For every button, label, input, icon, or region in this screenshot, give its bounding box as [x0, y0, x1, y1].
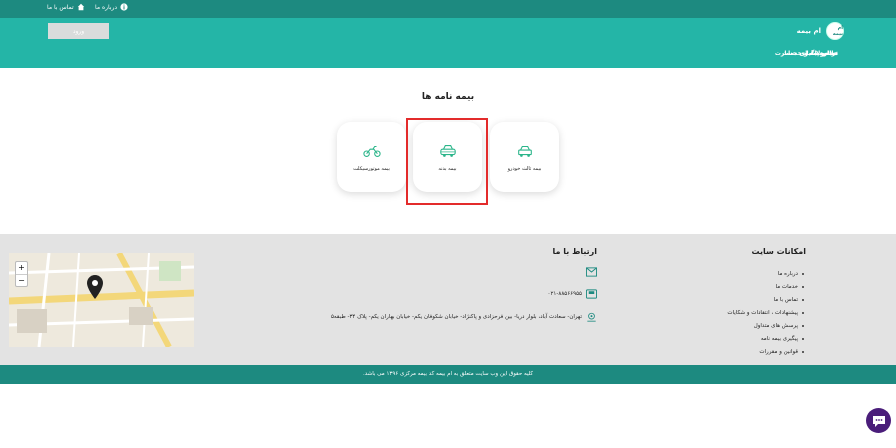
- login-button[interactable]: ورود: [48, 23, 109, 39]
- site-footer: + − ارتباط با ما ۰۲۱-۸۸۵۶۶۹۵۵ تهران- سعا…: [0, 234, 896, 365]
- contact-title: ارتباط با ما: [552, 247, 597, 256]
- footer-link-terms[interactable]: قوانین و مقررات: [727, 345, 804, 358]
- selection-highlight: [406, 118, 488, 205]
- footer-link-label: تماس با ما: [773, 296, 798, 303]
- products-title: بیمه نامه ها: [421, 92, 475, 102]
- footer-link-feedback[interactable]: پیشنهادات ، انتقادات و شکایات: [727, 306, 804, 319]
- nav-contact[interactable]: تماس با ما: [497, 50, 838, 57]
- contact-address: تهران- سعادت آباد، بلوار دریا- بین فرحزا…: [331, 312, 597, 322]
- phone-number: ۰۲۱-۸۸۵۶۶۹۵۵: [547, 291, 582, 297]
- email-icon: [586, 267, 597, 277]
- location-map[interactable]: + −: [9, 253, 194, 347]
- top-link-contact[interactable]: تماس با ما: [47, 3, 85, 11]
- motorcycle-icon: [362, 145, 381, 157]
- brand-logo[interactable]: ام بیمه ام بیمه: [797, 22, 844, 40]
- top-bar: تماس با ما درباره ما: [0, 0, 896, 18]
- footer-link-about[interactable]: درباره ما: [727, 267, 804, 280]
- site-links-list: درباره ما خدمات ما تماس با ما پیشنهادات …: [727, 267, 804, 358]
- product-card-third-party[interactable]: بیمه ثالث خودرو: [490, 122, 559, 192]
- footer-link-label: پرسش های متداول: [753, 322, 798, 329]
- brand-name: ام بیمه: [796, 27, 821, 35]
- copyright-bar: کلیه حقوق این وب سایت متعلق به ام بیمه ک…: [0, 365, 896, 384]
- map-zoom-controls: + −: [15, 261, 28, 287]
- footer-link-tracking[interactable]: پیگیری بیمه نامه: [727, 332, 804, 345]
- product-label: بیمه موتورسیکلت: [353, 166, 390, 172]
- address-text: تهران- سعادت آباد، بلوار دریا- بین فرحزا…: [330, 314, 582, 320]
- logo-mark: ام بیمه: [826, 22, 844, 40]
- top-link-about[interactable]: درباره ما: [95, 3, 128, 11]
- logo-mark-text: ام بیمه: [832, 25, 843, 37]
- top-link-contact-label: تماس با ما: [47, 3, 74, 11]
- top-link-about-label: درباره ما: [95, 3, 118, 11]
- map-tiles: [9, 253, 194, 347]
- site-header: ورود ام بیمه ام بیمه خانه محصولات و خدما…: [0, 18, 896, 68]
- map-zoom-in-button[interactable]: +: [16, 262, 27, 274]
- contact-email[interactable]: [586, 267, 597, 277]
- map-zoom-out-button[interactable]: −: [16, 274, 27, 286]
- footer-link-services[interactable]: خدمات ما: [727, 280, 804, 293]
- map-pin-icon[interactable]: [87, 275, 103, 299]
- chat-bubble-icon: [872, 415, 885, 427]
- footer-link-faq[interactable]: پرسش های متداول: [727, 319, 804, 332]
- footer-link-label: درباره ما: [777, 270, 798, 277]
- location-icon: [587, 312, 596, 322]
- contact-phone[interactable]: ۰۲۱-۸۸۵۶۶۹۵۵: [548, 289, 597, 299]
- footer-link-label: پیگیری بیمه نامه: [760, 335, 798, 342]
- footer-link-label: پیشنهادات ، انتقادات و شکایات: [727, 309, 798, 316]
- home-icon: [77, 3, 84, 11]
- site-links-title: امکانات سایت: [751, 247, 806, 256]
- product-label: بیمه ثالث خودرو: [507, 166, 542, 172]
- chat-widget-button[interactable]: [866, 408, 891, 433]
- footer-link-contact[interactable]: تماس با ما: [727, 293, 804, 306]
- car-icon: [517, 145, 532, 157]
- product-card-motorcycle[interactable]: بیمه موتورسیکلت: [337, 122, 406, 192]
- info-icon: [120, 3, 128, 11]
- phone-icon: [586, 289, 597, 299]
- footer-link-label: قوانین و مقررات: [759, 348, 798, 355]
- footer-link-label: خدمات ما: [775, 283, 798, 290]
